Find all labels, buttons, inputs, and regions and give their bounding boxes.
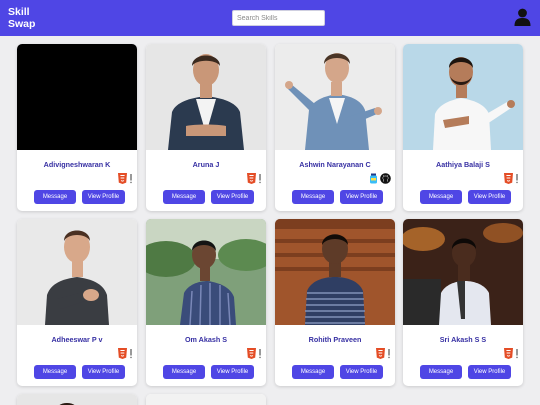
profile-photo: [275, 44, 395, 150]
search-input[interactable]: [232, 10, 325, 26]
view-profile-button[interactable]: View Profile: [468, 365, 511, 379]
user-card: Ashwin Narayanan C Message View Profile: [275, 44, 395, 211]
profile-photo: [403, 219, 523, 325]
user-card: Adivigneshwaran K Message View Profile: [17, 44, 137, 211]
message-button[interactable]: Message: [420, 365, 462, 379]
app-logo[interactable]: Skill Swap: [8, 6, 35, 30]
skill-icons: [118, 347, 133, 359]
message-button[interactable]: Message: [292, 190, 334, 204]
skill-icons: [118, 172, 133, 184]
profile-photo: [146, 44, 266, 150]
user-card: [17, 394, 137, 405]
view-profile-button[interactable]: View Profile: [211, 190, 254, 204]
html5-icon: [376, 347, 385, 359]
user-card: Rohith Praveen Message View Profile: [275, 219, 395, 386]
user-name: Aathiya Balaji S: [436, 160, 490, 169]
warning-icon: [259, 348, 261, 358]
profile-photo: [17, 394, 137, 405]
bottle-icon: [370, 173, 377, 183]
warning-icon: [130, 348, 132, 358]
html5-icon: [118, 172, 127, 184]
warning-icon: [516, 348, 518, 358]
message-button[interactable]: Message: [163, 190, 205, 204]
message-button[interactable]: Message: [420, 190, 462, 204]
warning-icon: [516, 173, 518, 183]
profile-photo: [17, 44, 137, 150]
skill-icons: [376, 347, 391, 359]
profile-photo: [17, 219, 137, 325]
user-avatar-icon[interactable]: [514, 8, 531, 26]
user-card: [146, 394, 266, 405]
user-card: Om Akash S Message View Profile: [146, 219, 266, 386]
user-card: Aruna J Message View Profile: [146, 44, 266, 211]
message-button[interactable]: Message: [163, 365, 205, 379]
html5-icon: [247, 347, 256, 359]
profile-photo: [275, 219, 395, 325]
message-button[interactable]: Message: [34, 365, 76, 379]
view-profile-button[interactable]: View Profile: [82, 365, 125, 379]
user-name: Sri Akash S S: [439, 335, 487, 344]
user-name: Aruna J: [192, 160, 220, 169]
html5-icon: [118, 347, 127, 359]
view-profile-button[interactable]: View Profile: [211, 365, 254, 379]
message-button[interactable]: Message: [34, 190, 76, 204]
user-name: Rohith Praveen: [308, 335, 362, 344]
skill-icons: [504, 172, 519, 184]
user-name: Ashwin Narayanan C: [299, 160, 371, 169]
user-name: Adheeswar P v: [51, 335, 103, 344]
user-name: Om Akash S: [184, 335, 228, 344]
html5-icon: [504, 347, 513, 359]
warning-icon: [259, 173, 261, 183]
view-profile-button[interactable]: View Profile: [340, 190, 383, 204]
logo-line-2: Swap: [8, 18, 36, 30]
profile-photo: [403, 44, 523, 150]
user-name: Adivigneshwaran K: [43, 160, 111, 169]
user-card: Aathiya Balaji S Message View Profile: [403, 44, 523, 211]
view-profile-button[interactable]: View Profile: [340, 365, 383, 379]
user-card: Adheeswar P v Message View Profile: [17, 219, 137, 386]
warning-icon: [388, 348, 390, 358]
html5-icon: [504, 172, 513, 184]
top-navbar: Skill Swap: [0, 0, 540, 36]
profile-photo: [146, 394, 266, 405]
view-profile-button[interactable]: View Profile: [82, 190, 125, 204]
skill-icons: [504, 347, 519, 359]
profile-photo: [146, 219, 266, 325]
skill-icons: [247, 172, 262, 184]
html5-icon: [247, 172, 256, 184]
skill-icons: [369, 172, 391, 184]
view-profile-button[interactable]: View Profile: [468, 190, 511, 204]
warning-icon: [130, 173, 132, 183]
user-card: Sri Akash S S Message View Profile: [403, 219, 523, 386]
skill-icons: [247, 347, 262, 359]
message-button[interactable]: Message: [292, 365, 334, 379]
github-icon: [380, 172, 391, 184]
logo-line-1: Skill: [8, 6, 30, 18]
